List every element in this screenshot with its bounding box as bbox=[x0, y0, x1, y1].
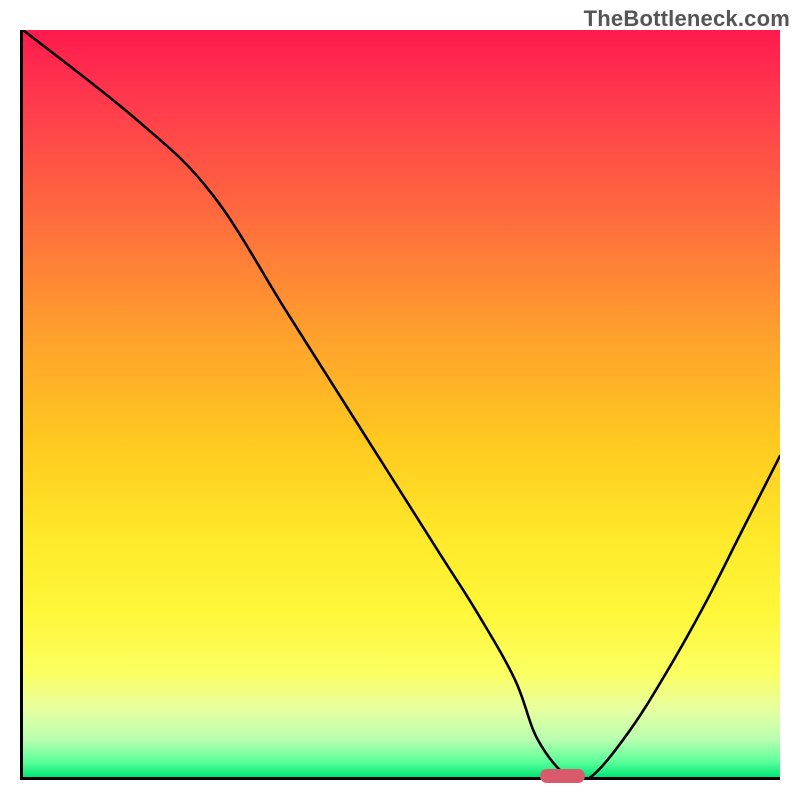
bottleneck-chart: TheBottleneck.com bbox=[0, 0, 800, 800]
watermark-text: TheBottleneck.com bbox=[584, 6, 790, 32]
plot-area bbox=[20, 30, 780, 780]
curve-svg bbox=[23, 30, 780, 777]
optimum-marker bbox=[540, 769, 586, 783]
bottleneck-curve-path bbox=[23, 30, 780, 777]
